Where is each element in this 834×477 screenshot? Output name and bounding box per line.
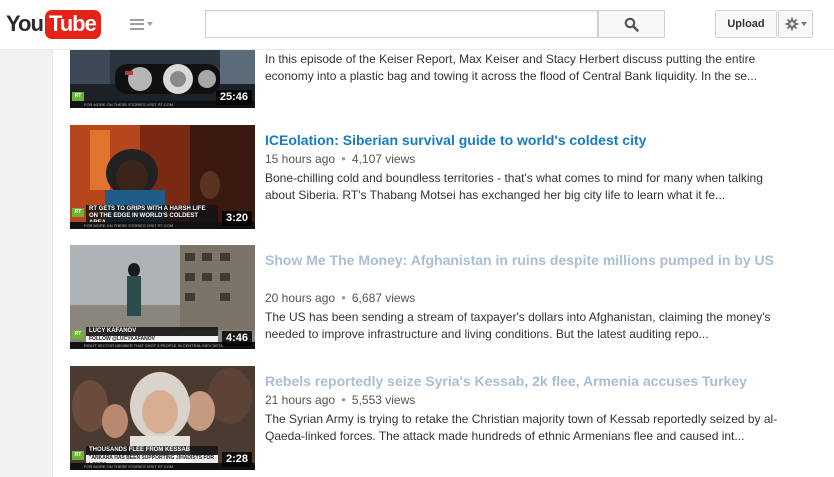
search-button[interactable] bbox=[598, 10, 665, 38]
video-description: In this episode of the Keiser Report, Ma… bbox=[265, 52, 758, 83]
video-upload-time: 21 hours ago bbox=[265, 393, 336, 407]
rt-logo: RT bbox=[72, 208, 84, 217]
upload-button[interactable]: Upload bbox=[715, 10, 777, 38]
video-upload-time: 20 hours ago bbox=[265, 291, 336, 305]
video-thumbnail[interactable]: LUCY KAFANOV FOLLOW @LUCYKAFANOV RT RIGH… bbox=[70, 245, 255, 349]
settings-button[interactable] bbox=[778, 10, 813, 38]
video-description: Bone-chilling cold and boundless territo… bbox=[265, 171, 763, 202]
rt-logo: RT bbox=[72, 330, 84, 339]
video-view-count: 5,553 views bbox=[351, 393, 416, 407]
video-view-count: 4,107 views bbox=[351, 152, 416, 166]
video-list-item: THOUSANDS FLEE FROM KESSAB "ANKARA HAS B… bbox=[70, 366, 790, 470]
logo-you-text: You bbox=[6, 11, 44, 36]
video-description: The Syrian Army is trying to retake the … bbox=[265, 412, 778, 443]
video-title-link[interactable]: Rebels reportedly seize Syria's Kessab, … bbox=[265, 372, 785, 391]
chevron-down-icon bbox=[800, 22, 807, 26]
video-list-item: LUCY KAFANOV FOLLOW @LUCYKAFANOV RT RIGH… bbox=[70, 245, 790, 349]
lower-third-caption: THOUSANDS FLEE FROM KESSAB bbox=[86, 446, 218, 455]
rt-logo: RT bbox=[72, 451, 84, 460]
search-icon bbox=[624, 17, 639, 32]
video-duration: 3:20 bbox=[221, 211, 252, 226]
video-list-item: RT GETS TO GRIPS WITH A HARSH LIFE ON TH… bbox=[70, 125, 790, 229]
video-duration: 25:46 bbox=[215, 90, 252, 105]
video-meta: 15 hours ago ● 4,107 views bbox=[265, 152, 416, 166]
chevron-down-icon bbox=[147, 22, 153, 26]
video-meta: 20 hours ago ● 6,687 views bbox=[265, 291, 416, 305]
hamburger-icon bbox=[130, 18, 144, 30]
search-input[interactable] bbox=[205, 10, 598, 38]
youtube-logo[interactable]: You Tube bbox=[6, 9, 101, 39]
lower-third-name: LUCY KAFANOV bbox=[86, 327, 218, 336]
video-thumbnail[interactable]: THOUSANDS FLEE FROM KESSAB "ANKARA HAS B… bbox=[70, 366, 255, 470]
guide-menu-button[interactable] bbox=[130, 17, 156, 31]
logo-tube-text: Tube bbox=[44, 9, 101, 39]
rt-logo: RT bbox=[72, 92, 84, 101]
video-duration: 4:46 bbox=[221, 331, 252, 346]
video-title-link[interactable]: ICEolation: Siberian survival guide to w… bbox=[265, 131, 785, 150]
guide-sidebar-collapsed bbox=[0, 49, 53, 477]
video-description: The US has been sending a stream of taxp… bbox=[265, 310, 771, 341]
video-title-link[interactable]: Show Me The Money: Afghanistan in ruins … bbox=[265, 251, 785, 270]
video-thumbnail[interactable]: RT GETS TO GRIPS WITH A HARSH LIFE ON TH… bbox=[70, 125, 255, 229]
video-view-count: 6,687 views bbox=[351, 291, 416, 305]
masthead: You Tube Upload bbox=[0, 0, 834, 50]
video-duration: 2:28 bbox=[221, 452, 252, 467]
video-meta: 21 hours ago ● 5,553 views bbox=[265, 393, 416, 407]
video-lower-third: LUCY KAFANOV FOLLOW @LUCYKAFANOV bbox=[86, 327, 218, 343]
video-upload-time: 15 hours ago bbox=[265, 152, 336, 166]
gear-icon bbox=[785, 17, 798, 31]
